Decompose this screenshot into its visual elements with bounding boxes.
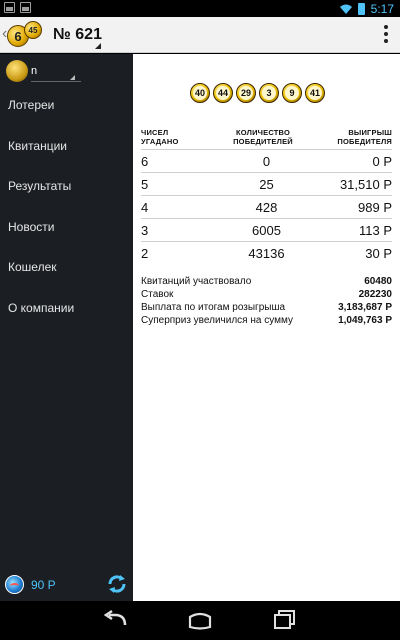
table-row: 6 0 0 Р <box>141 149 392 172</box>
number-ball: 40 <box>190 83 210 103</box>
refresh-icon[interactable] <box>106 573 128 595</box>
cell-winners: 43136 <box>248 246 285 261</box>
stat-row: Суперприз увеличился на сумму 1,049,763 … <box>141 315 392 328</box>
wifi-icon <box>339 4 352 14</box>
user-selector[interactable]: n <box>6 60 126 84</box>
menu-item-lotteries[interactable]: Лотереи <box>0 85 133 125</box>
clock: 5:17 <box>370 2 394 16</box>
cell-prize: 30 Р <box>365 246 392 261</box>
header-prize: ВЫИГРЫШ ПОБЕДИТЕЛЯ <box>337 128 392 146</box>
menu-item-wallet[interactable]: Кошелек <box>0 247 133 287</box>
cell-guessed: 4 <box>141 200 149 215</box>
stat-label: Квитанций участвовало <box>141 276 252 287</box>
cell-prize: 31,510 Р <box>339 177 392 192</box>
cell-guessed: 5 <box>141 177 149 192</box>
spinner-indicator-icon[interactable] <box>95 43 101 49</box>
results-panel: 40 44 29 3 9 41 ЧИСЕЛ УГАДАНО КОЛИЧЕСТВО… <box>133 54 400 601</box>
table-row: 2 43136 30 Р <box>141 241 392 264</box>
recent-apps-icon[interactable] <box>272 609 298 631</box>
user-coin-icon <box>6 60 28 82</box>
logo-ball: 45 <box>24 21 42 39</box>
number-ball: 41 <box>305 83 325 103</box>
stat-value: 282230 <box>358 289 392 300</box>
cell-guessed: 3 <box>141 223 149 238</box>
image-notification-icon <box>20 2 31 13</box>
header-guessed: ЧИСЕЛ УГАДАНО <box>141 128 179 146</box>
user-underline <box>31 81 81 82</box>
cell-winners: 25 <box>259 177 274 192</box>
wallet-globe-icon[interactable] <box>5 575 24 594</box>
overflow-menu-icon[interactable] <box>384 25 388 46</box>
cell-winners: 0 <box>262 154 271 169</box>
stat-label: Ставок <box>141 289 174 300</box>
cell-prize: 0 Р <box>372 154 392 169</box>
number-ball: 3 <box>259 83 279 103</box>
cell-guessed: 2 <box>141 246 149 261</box>
number-ball: 44 <box>213 83 233 103</box>
menu-item-about[interactable]: О компании <box>0 288 133 328</box>
cell-guessed: 6 <box>141 154 149 169</box>
table-header: ЧИСЕЛ УГАДАНО КОЛИЧЕСТВО ПОБЕДИТЕЛЕЙ ВЫИ… <box>141 128 392 150</box>
table-row: 3 6005 113 Р <box>141 218 392 241</box>
stat-row: Ставок 282230 <box>141 289 392 302</box>
menu-item-receipts[interactable]: Квитанции <box>0 126 133 166</box>
cell-prize: 989 Р <box>358 200 392 215</box>
dropdown-caret-icon <box>70 75 75 80</box>
menu-item-news[interactable]: Новости <box>0 207 133 247</box>
stat-value: 60480 <box>364 276 392 287</box>
stat-label: Выплата по итогам розыгрыша <box>141 302 286 313</box>
battery-icon <box>357 3 365 15</box>
stat-value: 1,049,763 Р <box>338 315 392 326</box>
table-row: 4 428 989 Р <box>141 195 392 218</box>
stat-row: Квитанций участвовало 60480 <box>141 276 392 289</box>
balance: 90 Р <box>31 578 56 592</box>
number-ball: 29 <box>236 83 256 103</box>
menu-item-results[interactable]: Результаты <box>0 166 133 206</box>
cell-prize: 113 Р <box>358 223 392 238</box>
drawer-footer: 90 Р <box>0 571 133 601</box>
action-bar: ‹ 6 45 № 621 <box>0 17 400 53</box>
header-winners: КОЛИЧЕСТВО ПОБЕДИТЕЛЕЙ <box>233 128 293 146</box>
cell-winners: 6005 <box>252 223 281 238</box>
image-notification-icon <box>4 2 15 13</box>
draw-number-title[interactable]: № 621 <box>53 26 102 44</box>
winning-numbers: 40 44 29 3 9 41 <box>190 83 325 103</box>
system-nav-bar <box>0 601 400 640</box>
cell-winners: 428 <box>255 200 278 215</box>
stat-row: Выплата по итогам розыгрыша 3,183,687 Р <box>141 302 392 315</box>
app-logo[interactable]: 6 45 <box>7 20 47 50</box>
home-icon[interactable] <box>187 609 213 631</box>
draw-stats: Квитанций участвовало 60480 Ставок 28223… <box>141 276 392 328</box>
stat-label: Суперприз увеличился на сумму <box>141 315 293 326</box>
number-ball: 9 <box>282 83 302 103</box>
navigation-drawer: n Лотереи Квитанции Результаты Новости К… <box>0 54 133 601</box>
user-name: n <box>31 65 38 77</box>
stat-value: 3,183,687 Р <box>338 302 392 313</box>
status-bar: 5:17 <box>0 0 400 17</box>
back-icon[interactable] <box>103 609 129 631</box>
table-row: 5 25 31,510 Р <box>141 172 392 195</box>
